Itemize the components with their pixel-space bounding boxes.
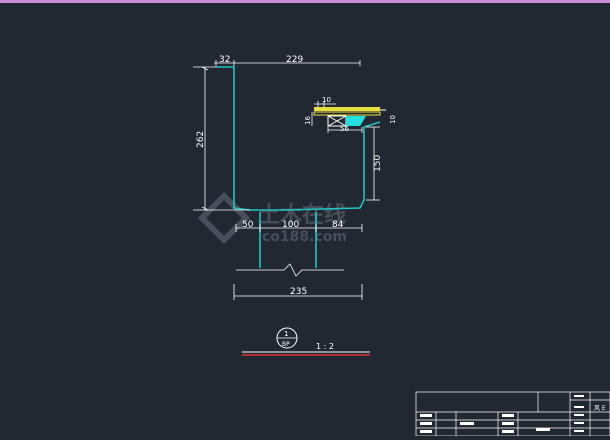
watermark-logo-icon — [197, 191, 251, 245]
dim-262: 262 — [196, 131, 206, 148]
title-block-fills — [420, 395, 584, 433]
watermark: 土木在线 co188.com — [197, 191, 347, 245]
flange-bottom — [313, 111, 381, 116]
dim-56: 56 — [340, 125, 349, 133]
cyan-wedge — [346, 116, 366, 126]
watermark-en: co188.com — [262, 229, 347, 245]
dim-100: 100 — [282, 220, 299, 230]
dim-10: 10 — [322, 96, 331, 104]
dim-32: 32 — [219, 55, 230, 65]
viewport-top-border — [0, 0, 610, 3]
dim-50: 50 — [242, 220, 254, 230]
section-sheet: BP — [282, 341, 290, 348]
break-line — [236, 263, 344, 277]
cad-drawing-canvas: 土木在线 co188.com 32 229 262 10 16 56 10 15… — [0, 0, 610, 437]
section-number: 1 — [284, 330, 288, 338]
title-block-cell: 风 E — [594, 405, 606, 412]
scale-label: 1 : 2 — [316, 342, 334, 351]
dim-84: 84 — [332, 220, 344, 230]
dim-16: 16 — [304, 116, 312, 125]
dimension-labels: 32 229 262 10 16 56 10 150 50 100 84 235 — [196, 55, 397, 297]
dim-150: 150 — [373, 155, 383, 172]
section-mark: 1 BP — [276, 327, 298, 349]
flange-top — [314, 107, 380, 111]
dim-235: 235 — [290, 287, 307, 297]
dimension-lines — [193, 60, 380, 300]
drawing-svg: 土木在线 co188.com 32 229 262 10 16 56 10 15… — [0, 0, 610, 437]
profile-outline — [216, 66, 381, 211]
dim-small: 10 — [389, 115, 397, 124]
dim-229: 229 — [286, 55, 303, 65]
